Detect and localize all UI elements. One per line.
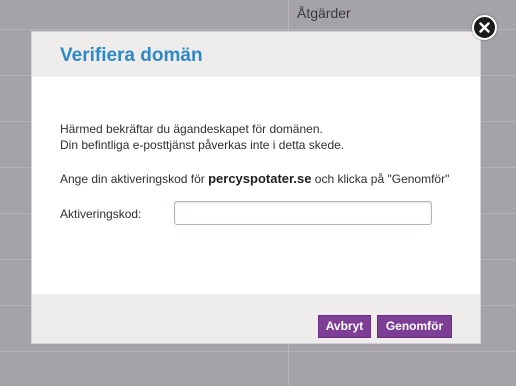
dialog-title: Verifiera domän xyxy=(60,45,203,66)
activation-code-label: Aktiveringskod: xyxy=(60,207,142,221)
instruction-suffix: och klicka på "Genomför" xyxy=(311,172,450,186)
intro-text-line-1: Härmed bekräftar du ägandeskapet för dom… xyxy=(60,122,323,136)
dialog-body: Härmed bekräftar du ägandeskapet för dom… xyxy=(32,77,480,294)
background-row-divider xyxy=(0,351,516,352)
verify-domain-dialog: Verifiera domän Härmed bekräftar du ägan… xyxy=(31,31,481,344)
domain-name: percyspotater.se xyxy=(208,171,312,186)
background-column-header: Åtgärder xyxy=(297,5,351,21)
close-button[interactable] xyxy=(472,15,497,40)
close-icon xyxy=(479,22,490,33)
dialog-header: Verifiera domän xyxy=(32,32,480,77)
activation-code-input[interactable] xyxy=(174,201,432,225)
background-row-divider xyxy=(0,29,516,30)
instruction-text: Ange din aktiveringskod för percyspotate… xyxy=(60,171,449,186)
cancel-button[interactable]: Avbryt xyxy=(318,315,371,338)
intro-text-line-2: Din befintliga e-posttjänst påverkas int… xyxy=(60,138,345,152)
dialog-footer: Avbryt Genomför xyxy=(32,294,480,343)
submit-button[interactable]: Genomför xyxy=(377,315,452,338)
instruction-prefix: Ange din aktiveringskod för xyxy=(60,172,209,186)
